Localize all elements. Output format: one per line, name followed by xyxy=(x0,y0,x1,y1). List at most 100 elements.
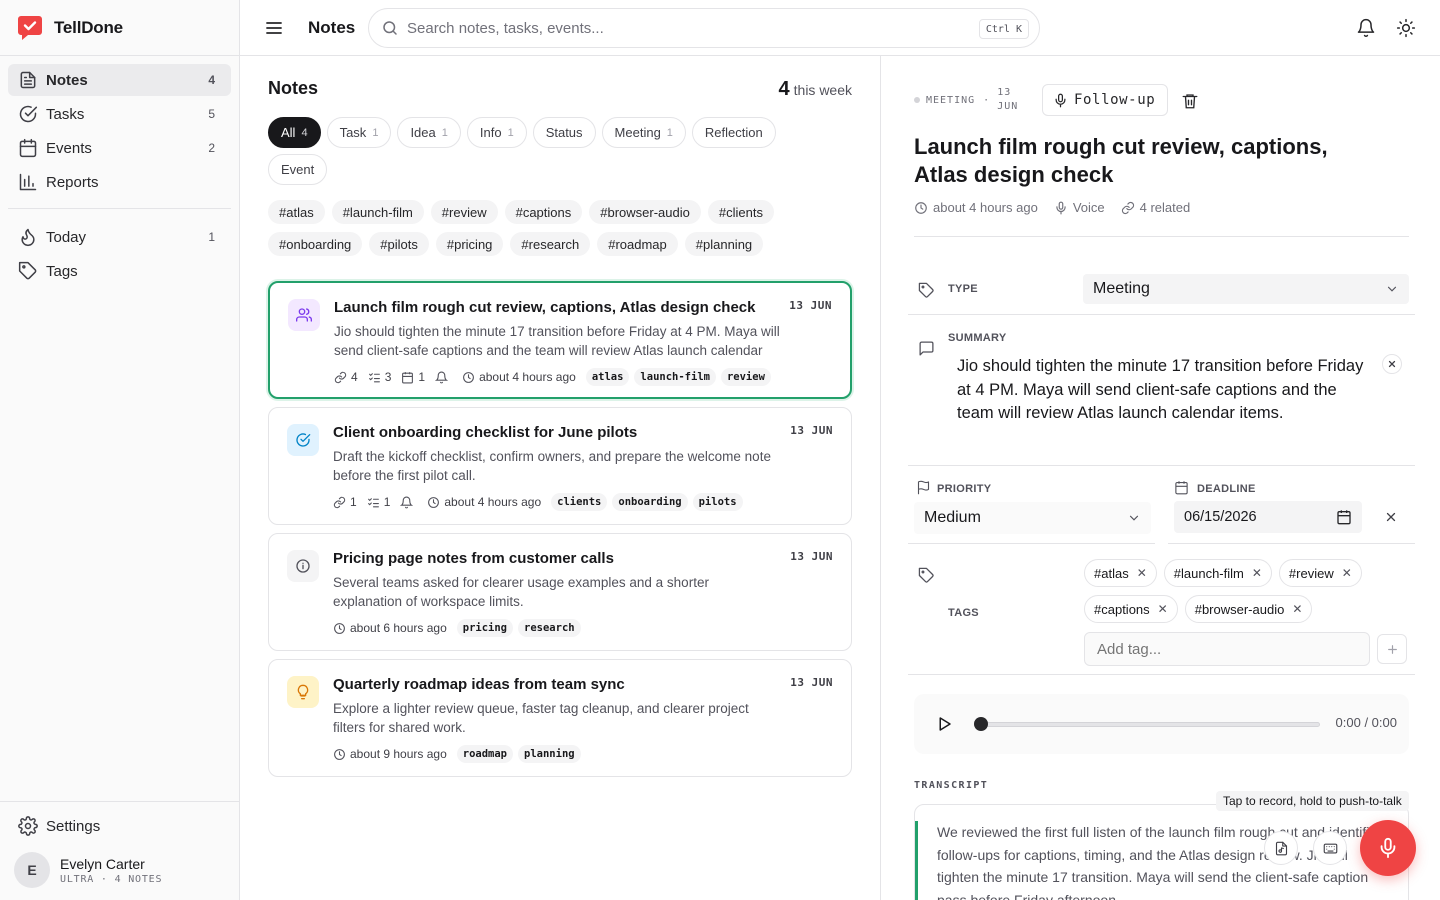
remove-tag-icon[interactable]: ✕ xyxy=(1292,602,1302,616)
remove-tag-icon[interactable]: ✕ xyxy=(1252,566,1262,580)
search-bar[interactable]: Ctrl K xyxy=(368,8,1040,48)
gear-icon xyxy=(18,816,38,836)
edit-tag[interactable]: #captions ✕ xyxy=(1084,595,1178,623)
tag-filter[interactable]: #browser-audio xyxy=(589,200,701,224)
trash-icon[interactable] xyxy=(1181,92,1199,110)
sidebar-item-tags[interactable]: Tags xyxy=(8,255,231,287)
bell-icon xyxy=(435,371,449,383)
priority-select[interactable]: Medium xyxy=(914,502,1151,534)
search-input[interactable] xyxy=(407,19,967,37)
tag-filter[interactable]: #roadmap xyxy=(597,232,678,256)
tag-filter[interactable]: #onboarding xyxy=(268,232,363,256)
note-card[interactable]: Quarterly roadmap ideas from team sync 1… xyxy=(268,659,852,777)
filter-meeting[interactable]: Meeting 1 xyxy=(601,117,686,148)
events-value: 1 xyxy=(418,370,426,384)
note-card[interactable]: Pricing page notes from customer calls 1… xyxy=(268,533,852,651)
sun-icon[interactable] xyxy=(1396,18,1416,38)
sidebar-item-label: Today xyxy=(46,228,87,246)
brand[interactable]: TellDone xyxy=(0,0,239,56)
tag-filter[interactable]: #launch-film xyxy=(331,200,424,224)
tag-filter[interactable]: #review xyxy=(430,200,498,224)
user-plan: ULTRA · 4 NOTES xyxy=(60,873,163,885)
add-tag-button[interactable] xyxy=(1377,634,1407,664)
time-value: about 4 hours ago xyxy=(444,495,542,509)
edit-tag[interactable]: #atlas ✕ xyxy=(1084,559,1157,587)
sidebar-item-reports[interactable]: Reports xyxy=(8,166,231,198)
sidebar-item-tasks[interactable]: Tasks 5 xyxy=(8,98,231,130)
edit-tag-label: #captions xyxy=(1094,601,1150,617)
filter-event[interactable]: Event xyxy=(268,154,328,185)
audio-track[interactable] xyxy=(980,722,1320,727)
tasks-count: 3 xyxy=(368,370,391,384)
filter-status[interactable]: Status xyxy=(532,117,596,148)
bell-icon[interactable] xyxy=(1356,18,1376,38)
note-card[interactable]: Client onboarding checklist for June pil… xyxy=(268,407,852,525)
tag-icon xyxy=(918,567,934,583)
play-icon[interactable] xyxy=(935,715,953,733)
tag-filter[interactable]: #captions xyxy=(504,200,583,224)
audio-scrubber[interactable] xyxy=(974,717,988,731)
tag-icon xyxy=(918,282,934,298)
remove-tag-icon[interactable]: ✕ xyxy=(1137,566,1147,580)
tag-filter[interactable]: #pricing xyxy=(435,232,504,256)
clock-icon xyxy=(463,371,474,383)
filter-all[interactable]: All 4 xyxy=(268,117,321,148)
deadline-input[interactable]: 06/15/2026 xyxy=(1174,501,1362,533)
clock-icon xyxy=(334,622,345,634)
remove-tag-icon[interactable]: ✕ xyxy=(1342,566,1352,580)
note-card[interactable]: Launch film rough cut review, captions, … xyxy=(268,281,852,399)
type-select[interactable]: Meeting xyxy=(1083,274,1409,304)
edit-tag-label: #browser-audio xyxy=(1194,601,1285,617)
sidebar-item-events[interactable]: Events 2 xyxy=(8,132,231,164)
sidebar-item-label: Reports xyxy=(46,173,99,191)
tag-filter[interactable]: #planning xyxy=(684,232,764,256)
filter-task[interactable]: Task 1 xyxy=(326,117,392,148)
note-tag: review xyxy=(720,368,771,386)
add-tag-input[interactable] xyxy=(1084,632,1370,666)
detail-related[interactable]: 4 related xyxy=(1121,200,1190,215)
edit-tag[interactable]: #browser-audio ✕ xyxy=(1184,595,1313,623)
note-meta: about 9 hours ago roadmap planning xyxy=(333,745,586,763)
user-profile[interactable]: E Evelyn Carter ULTRA · 4 NOTES xyxy=(8,844,231,888)
sidebar-item-label: Tags xyxy=(46,262,78,280)
record-button[interactable] xyxy=(1360,820,1416,876)
calendar-icon xyxy=(19,138,37,158)
edit-tag-label: #launch-film xyxy=(1173,565,1244,581)
note-date: 13 JUN xyxy=(790,676,833,689)
sidebar-item-notes[interactable]: Notes 4 xyxy=(8,64,231,96)
time-value: about 6 hours ago xyxy=(350,621,447,635)
note-title: Quarterly roadmap ideas from team sync xyxy=(333,676,625,693)
tag-filter[interactable]: #atlas xyxy=(268,200,325,224)
summary-text[interactable]: Jio should tighten the minute 17 transit… xyxy=(957,355,1377,426)
tag-filter[interactable]: #pilots xyxy=(369,232,429,256)
clear-deadline-icon[interactable] xyxy=(1384,510,1398,524)
type-dot xyxy=(914,97,920,103)
user-name: Evelyn Carter xyxy=(60,855,145,872)
tags-icon xyxy=(18,261,37,280)
remove-tag-icon[interactable]: ✕ xyxy=(1158,602,1168,616)
sidebar-item-settings[interactable]: Settings xyxy=(8,810,231,842)
clear-summary-button[interactable] xyxy=(1382,354,1402,374)
follow-up-button[interactable]: Follow-up xyxy=(1042,84,1169,116)
edit-tag[interactable]: #launch-film ✕ xyxy=(1163,559,1272,587)
filter-count: 1 xyxy=(507,126,514,139)
link-icon xyxy=(1121,201,1134,214)
tag-filter[interactable]: #research xyxy=(510,232,591,256)
note-date: 13 JUN xyxy=(790,550,833,563)
filter-info[interactable]: Info 1 xyxy=(466,117,527,148)
upload-audio-button[interactable] xyxy=(1264,831,1298,865)
filter-idea[interactable]: Idea 1 xyxy=(397,117,461,148)
sidebar-item-today[interactable]: Today 1 xyxy=(8,221,231,253)
time-value: about 4 hours ago xyxy=(479,370,576,384)
menu-icon[interactable] xyxy=(262,16,286,40)
time-value: about 9 hours ago xyxy=(350,747,447,761)
calendar-icon xyxy=(402,371,414,383)
filter-label: Task xyxy=(339,125,367,140)
filter-reflection[interactable]: Reflection xyxy=(691,117,776,148)
edit-tag[interactable]: #review ✕ xyxy=(1278,559,1362,587)
tag-filter[interactable]: #clients xyxy=(707,200,774,224)
deadline-value: 06/15/2026 xyxy=(1184,509,1257,525)
file-audio-icon xyxy=(1275,841,1287,855)
notes-icon xyxy=(20,71,36,89)
keyboard-input-button[interactable] xyxy=(1313,831,1347,865)
